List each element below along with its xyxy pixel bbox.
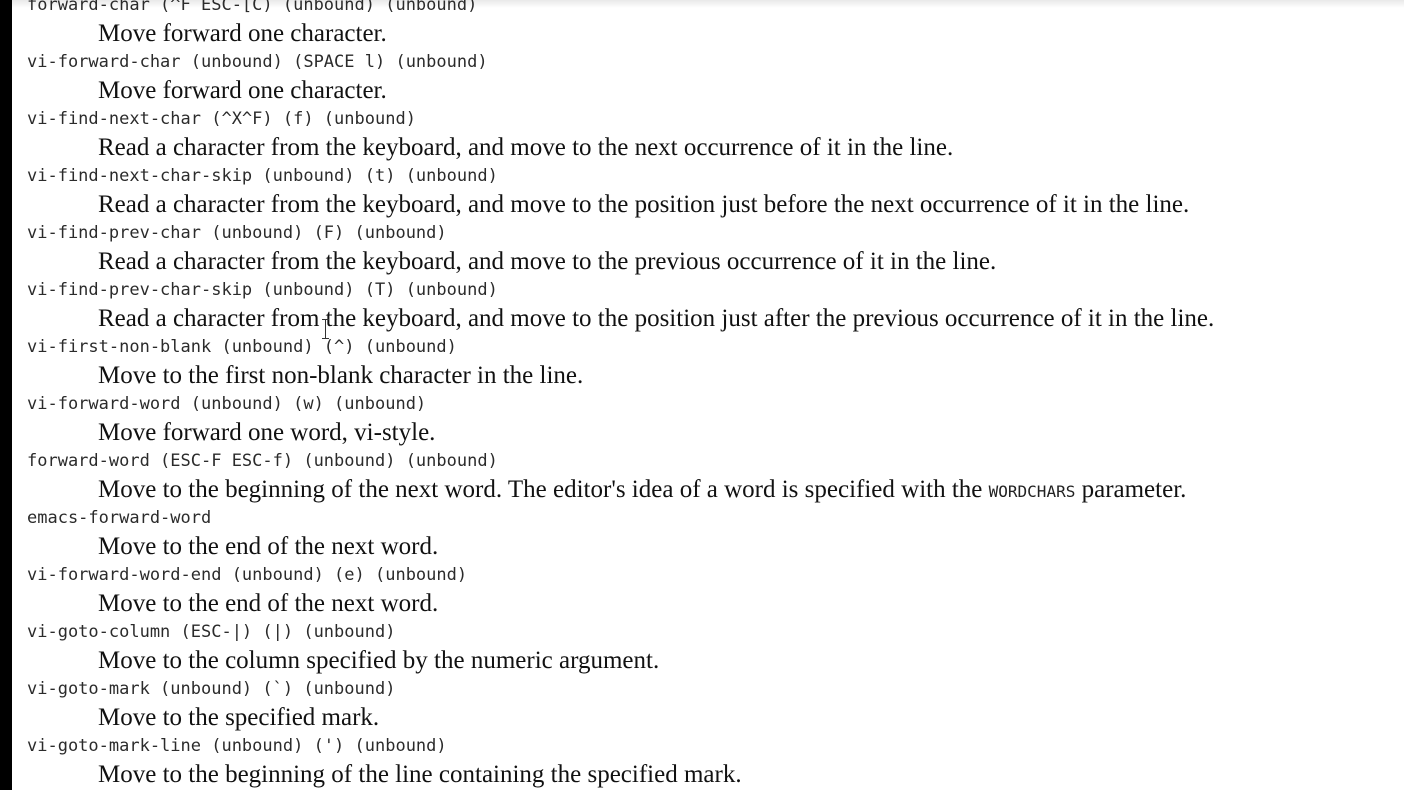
widget-description: Move to the specified mark.	[98, 704, 380, 731]
widget-description: Move to the end of the next word.	[98, 590, 439, 617]
widget-description: Move forward one word, vi-style.	[98, 419, 436, 446]
wordchars-parameter: WORDCHARS	[988, 482, 1076, 501]
widget-signature: vi-find-next-char (^X^F) (f) (unbound)	[27, 109, 416, 129]
widget-description: Move forward one character.	[98, 20, 387, 47]
entry-vi-forward-word: vi-forward-word (unbound) (w) (unbound) …	[27, 391, 1397, 448]
widget-signature: vi-goto-column (ESC-|) (|) (unbound)	[27, 622, 396, 642]
widget-description: Read a character from the keyboard, and …	[98, 191, 1190, 218]
widget-description: Move to the column specified by the nume…	[98, 647, 660, 674]
entry-vi-find-prev-char: vi-find-prev-char (unbound) (F) (unbound…	[27, 220, 1397, 277]
entry-vi-forward-word-end: vi-forward-word-end (unbound) (e) (unbou…	[27, 562, 1397, 619]
entry-vi-find-prev-char-skip: vi-find-prev-char-skip (unbound) (T) (un…	[27, 277, 1397, 334]
entry-forward-char: forward-char (^F ESC-[C) (unbound) (unbo…	[27, 0, 1397, 49]
widget-signature: vi-goto-mark-line (unbound) (') (unbound…	[27, 736, 447, 756]
entry-emacs-forward-word: emacs-forward-word Move to the end of th…	[27, 505, 1397, 562]
entry-vi-find-next-char: vi-find-next-char (^X^F) (f) (unbound) R…	[27, 106, 1397, 163]
widget-signature: emacs-forward-word	[27, 508, 212, 528]
man-page-content: forward-char (^F ESC-[C) (unbound) (unbo…	[27, 0, 1397, 790]
text-cursor-icon	[321, 318, 330, 340]
widget-description: Move to the beginning of the next word. …	[98, 474, 1397, 505]
widget-signature: vi-find-prev-char (unbound) (F) (unbound…	[27, 223, 447, 243]
widget-description: Move to the beginning of the line contai…	[98, 761, 742, 788]
widget-signature: vi-forward-char (unbound) (SPACE l) (unb…	[27, 52, 488, 72]
widget-description: Read a character from the keyboard, and …	[98, 305, 1215, 332]
entry-vi-goto-mark-line: vi-goto-mark-line (unbound) (') (unbound…	[27, 733, 1397, 790]
widget-signature: vi-goto-mark (unbound) (`) (unbound)	[27, 679, 396, 699]
window-left-edge	[0, 0, 12, 790]
entry-vi-find-next-char-skip: vi-find-next-char-skip (unbound) (t) (un…	[27, 163, 1397, 220]
description-text: Move to the beginning of the next word. …	[98, 476, 989, 503]
widget-description: Move to the end of the next word.	[98, 533, 439, 560]
entry-vi-goto-mark: vi-goto-mark (unbound) (`) (unbound) Mov…	[27, 676, 1397, 733]
widget-signature: forward-word (ESC-F ESC-f) (unbound) (un…	[27, 451, 498, 471]
widget-description: Move forward one character.	[98, 77, 387, 104]
widget-description: Read a character from the keyboard, and …	[98, 134, 954, 161]
widget-signature: vi-first-non-blank (unbound) (^) (unboun…	[27, 337, 457, 357]
widget-signature: vi-find-prev-char-skip (unbound) (T) (un…	[27, 280, 498, 300]
widget-description: Move to the first non-blank character in…	[98, 362, 584, 389]
entry-vi-goto-column: vi-goto-column (ESC-|) (|) (unbound) Mov…	[27, 619, 1397, 676]
entry-vi-first-non-blank: vi-first-non-blank (unbound) (^) (unboun…	[27, 334, 1397, 391]
entry-vi-forward-char: vi-forward-char (unbound) (SPACE l) (unb…	[27, 49, 1397, 106]
widget-signature: vi-find-next-char-skip (unbound) (t) (un…	[27, 166, 498, 186]
widget-description: Read a character from the keyboard, and …	[98, 248, 997, 275]
widget-signature: vi-forward-word-end (unbound) (e) (unbou…	[27, 565, 468, 585]
widget-signature: forward-char (^F ESC-[C) (unbound) (unbo…	[27, 0, 478, 15]
description-text: parameter.	[1075, 476, 1187, 503]
entry-forward-word: forward-word (ESC-F ESC-f) (unbound) (un…	[27, 448, 1397, 505]
widget-signature: vi-forward-word (unbound) (w) (unbound)	[27, 394, 427, 414]
